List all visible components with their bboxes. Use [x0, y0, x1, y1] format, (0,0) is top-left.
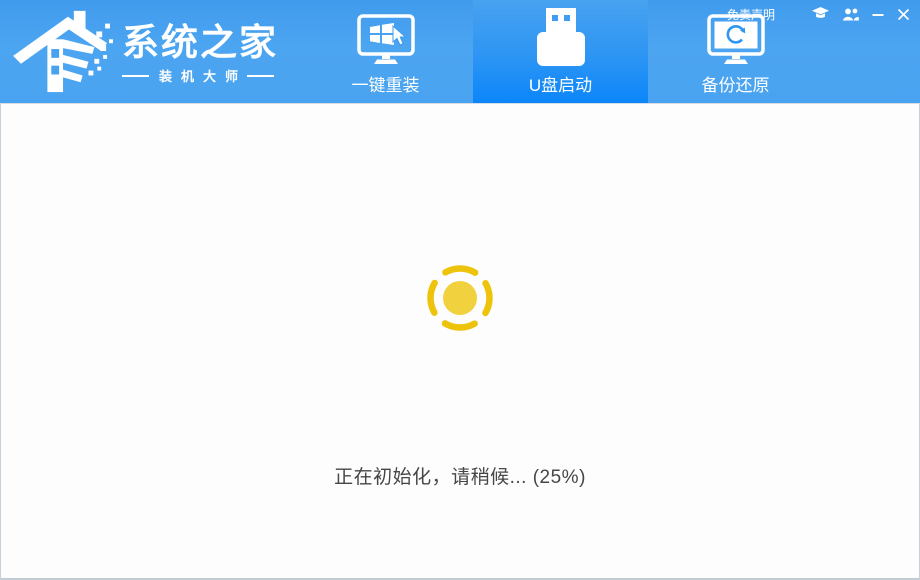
- loading-spinner: [424, 262, 496, 334]
- logo-title: 系统之家: [122, 23, 278, 64]
- tab-usb-boot[interactable]: U盘启动: [473, 0, 648, 103]
- usb-drive-icon: [529, 8, 593, 66]
- close-button[interactable]: [897, 6, 910, 22]
- app-window: 系统之家 装机大师: [0, 0, 920, 580]
- minimize-button[interactable]: [872, 6, 884, 22]
- close-icon: [897, 8, 910, 21]
- users-icon[interactable]: [842, 6, 859, 22]
- logo-subtitle-text: 装机大师: [149, 66, 247, 85]
- minimize-icon: [872, 8, 884, 20]
- app-logo: 系统之家 装机大师: [12, 6, 278, 96]
- status-text: 正在初始化，请稍候... (25%): [0, 462, 920, 489]
- logo-subtitle: 装机大师: [122, 66, 278, 85]
- monitor-windows-icon: [356, 13, 416, 66]
- divider-line: [122, 75, 149, 77]
- disclaimer-link[interactable]: 免责声明: [727, 6, 775, 23]
- divider-line: [247, 75, 274, 77]
- logo-text: 系统之家 装机大师: [122, 23, 278, 86]
- header: 系统之家 装机大师: [0, 0, 920, 103]
- tab-label: U盘启动: [529, 71, 592, 96]
- tab-label: 一键重装: [352, 71, 420, 96]
- tab-one-click-reinstall[interactable]: 一键重装: [298, 0, 473, 103]
- support-icon[interactable]: [812, 6, 829, 22]
- titlebar-controls: 免责声明: [727, 5, 910, 23]
- tab-label: 备份还原: [702, 71, 770, 96]
- home-logo-icon: [12, 6, 118, 96]
- main-panel: [0, 103, 920, 580]
